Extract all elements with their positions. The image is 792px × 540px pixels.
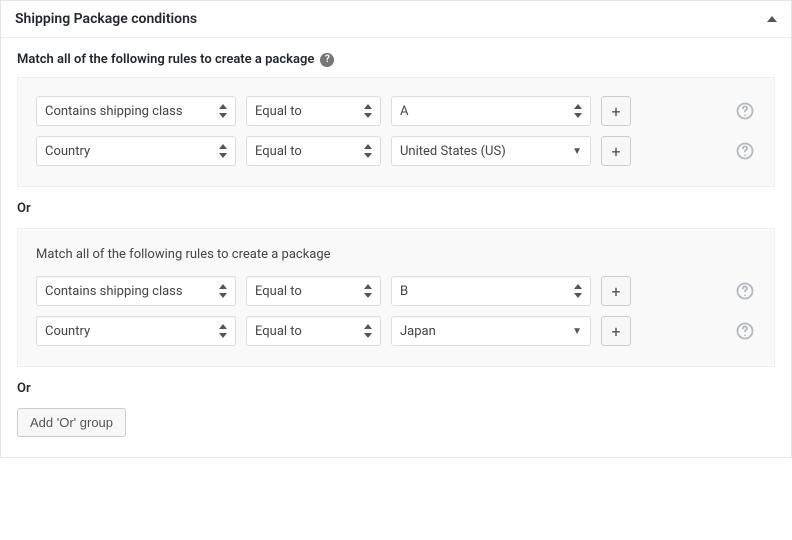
updown-icon	[364, 284, 372, 298]
value-select[interactable]: Japan ▼	[391, 316, 591, 346]
value-text: Japan	[400, 324, 436, 339]
field-value: Country	[45, 144, 90, 159]
condition-group-2: Match all of the following rules to crea…	[17, 228, 775, 367]
field-value: Contains shipping class	[45, 284, 183, 299]
field-select[interactable]: Country	[36, 136, 236, 166]
chevron-down-icon: ▼	[572, 146, 582, 157]
help-icon[interactable]	[734, 280, 756, 302]
value-text: United States (US)	[400, 144, 506, 159]
operator-select[interactable]: Equal to	[246, 96, 381, 126]
add-or-group-button[interactable]: Add 'Or' group	[17, 408, 126, 437]
updown-icon	[219, 284, 227, 298]
chevron-down-icon: ▼	[572, 326, 582, 337]
updown-icon	[364, 144, 372, 158]
plus-icon: +	[611, 322, 620, 341]
plus-icon: +	[611, 142, 620, 161]
condition-group-1: Contains shipping class Equal to A	[17, 77, 775, 187]
operator-select[interactable]: Equal to	[246, 136, 381, 166]
section-label: Match all of the following rules to crea…	[17, 52, 775, 67]
updown-icon	[219, 324, 227, 338]
value-select[interactable]: B	[391, 276, 591, 306]
tooltip-icon[interactable]: ?	[320, 53, 334, 67]
help-icon[interactable]	[734, 320, 756, 342]
rule-row: Country Equal to Japan ▼ +	[36, 316, 756, 346]
field-value: Country	[45, 324, 90, 339]
field-select[interactable]: Country	[36, 316, 236, 346]
field-value: Contains shipping class	[45, 104, 183, 119]
value-select[interactable]: A	[391, 96, 591, 126]
plus-icon: +	[611, 282, 620, 301]
rule-row: Country Equal to United States (US) ▼	[36, 136, 756, 166]
or-separator: Or	[17, 201, 775, 216]
field-select[interactable]: Contains shipping class	[36, 276, 236, 306]
add-rule-button[interactable]: +	[601, 136, 631, 166]
updown-icon	[219, 144, 227, 158]
panel-body: Match all of the following rules to crea…	[1, 38, 791, 457]
operator-value: Equal to	[255, 144, 302, 159]
rule-row: Contains shipping class Equal to A	[36, 96, 756, 126]
plus-icon: +	[611, 102, 620, 121]
field-select[interactable]: Contains shipping class	[36, 96, 236, 126]
add-rule-button[interactable]: +	[601, 96, 631, 126]
section-label-text: Match all of the following rules to crea…	[17, 52, 314, 67]
group-label: Match all of the following rules to crea…	[36, 247, 756, 262]
rule-row: Contains shipping class Equal to B	[36, 276, 756, 306]
operator-value: Equal to	[255, 324, 302, 339]
updown-icon	[574, 284, 582, 298]
shipping-package-conditions-panel: Shipping Package conditions Match all of…	[0, 0, 792, 458]
operator-value: Equal to	[255, 104, 302, 119]
add-rule-button[interactable]: +	[601, 276, 631, 306]
value-select[interactable]: United States (US) ▼	[391, 136, 591, 166]
value-text: B	[400, 284, 408, 299]
updown-icon	[364, 104, 372, 118]
operator-select[interactable]: Equal to	[246, 316, 381, 346]
add-rule-button[interactable]: +	[601, 316, 631, 346]
panel-title: Shipping Package conditions	[15, 11, 197, 27]
help-icon[interactable]	[734, 140, 756, 162]
value-text: A	[400, 104, 408, 119]
help-icon[interactable]	[734, 100, 756, 122]
collapse-icon	[767, 16, 777, 22]
panel-header[interactable]: Shipping Package conditions	[1, 1, 791, 38]
operator-select[interactable]: Equal to	[246, 276, 381, 306]
or-separator: Or	[17, 381, 775, 396]
updown-icon	[574, 104, 582, 118]
updown-icon	[219, 104, 227, 118]
updown-icon	[364, 324, 372, 338]
operator-value: Equal to	[255, 284, 302, 299]
